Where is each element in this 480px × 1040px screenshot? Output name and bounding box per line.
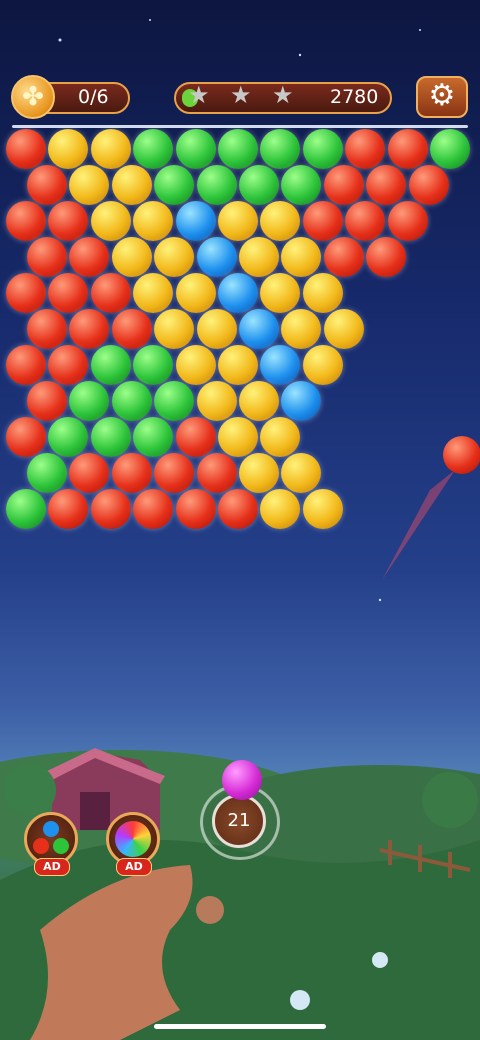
red-bubble bbox=[27, 309, 67, 349]
clover-icon: ✤ bbox=[11, 75, 55, 119]
red-bubble bbox=[111, 453, 152, 493]
score-value: 2780 bbox=[330, 86, 379, 108]
gear-icon[interactable]: ⚙ bbox=[416, 76, 468, 118]
blue-bubble bbox=[218, 273, 258, 313]
star-icon: ★ bbox=[272, 81, 294, 109]
yellow-bubble bbox=[196, 309, 237, 349]
red-bubble bbox=[196, 453, 237, 493]
green-bubble bbox=[27, 453, 67, 493]
green-bubble bbox=[154, 381, 195, 421]
yellow-bubble bbox=[175, 345, 216, 385]
red-bubble bbox=[323, 165, 364, 205]
green-bubble bbox=[133, 129, 174, 169]
rainbow-ball-icon bbox=[115, 821, 151, 857]
green-bubble bbox=[133, 417, 174, 457]
home-indicator bbox=[154, 1024, 326, 1029]
red-bubble bbox=[90, 273, 131, 313]
green-bubble bbox=[133, 345, 174, 385]
ad-badge: AD bbox=[116, 858, 152, 876]
yellow-bubble bbox=[302, 345, 343, 385]
ceiling-line bbox=[12, 125, 468, 128]
yellow-bubble bbox=[111, 165, 152, 205]
yellow-bubble bbox=[175, 273, 216, 313]
red-bubble bbox=[175, 417, 216, 457]
yellow-bubble bbox=[154, 309, 195, 349]
yellow-bubble bbox=[302, 489, 343, 529]
blue-bubble bbox=[196, 237, 237, 277]
red-bubble bbox=[90, 489, 131, 529]
green-bubble bbox=[430, 129, 470, 169]
red-bubble bbox=[175, 489, 216, 529]
red-bubble bbox=[345, 129, 386, 169]
yellow-bubble bbox=[133, 201, 174, 241]
yellow-bubble bbox=[111, 237, 152, 277]
yellow-bubble bbox=[154, 237, 195, 277]
green-bubble bbox=[90, 345, 131, 385]
yellow-bubble bbox=[90, 201, 131, 241]
yellow-bubble bbox=[239, 453, 279, 493]
yellow-bubble bbox=[218, 201, 258, 241]
red-bubble bbox=[6, 345, 46, 385]
green-bubble bbox=[111, 381, 152, 421]
red-bubble bbox=[6, 273, 46, 313]
red-bubble bbox=[408, 165, 449, 205]
red-bubble bbox=[6, 201, 46, 241]
shots-remaining: 21 bbox=[212, 794, 266, 848]
top-hud: 0/6 ✤ ★ ★ ★ 2780 ⚙ bbox=[0, 74, 480, 120]
red-bubble bbox=[6, 129, 46, 169]
red-bubble bbox=[133, 489, 174, 529]
green-bubble bbox=[90, 417, 131, 457]
next-ball bbox=[222, 760, 262, 800]
yellow-bubble bbox=[218, 345, 258, 385]
red-bubble bbox=[154, 453, 195, 493]
red-bubble bbox=[323, 237, 364, 277]
blue-bubble bbox=[175, 201, 216, 241]
yellow-bubble bbox=[196, 381, 237, 421]
farm-scenery bbox=[0, 700, 480, 1040]
green-bubble bbox=[154, 165, 195, 205]
score-pill: ★ ★ ★ 2780 bbox=[174, 81, 392, 114]
red-bubble bbox=[302, 201, 343, 241]
yellow-bubble bbox=[218, 417, 258, 457]
yellow-bubble bbox=[323, 309, 364, 349]
ad-badge: AD bbox=[34, 858, 70, 876]
red-bubble bbox=[27, 237, 67, 277]
yellow-bubble bbox=[302, 273, 343, 313]
clover-counter: 0/6 bbox=[78, 86, 109, 108]
green-bubble bbox=[6, 489, 46, 529]
red-bubble bbox=[366, 237, 407, 277]
red-bubble bbox=[218, 489, 258, 529]
red-bubble bbox=[6, 417, 46, 457]
green-bubble bbox=[196, 165, 237, 205]
red-bubble bbox=[111, 309, 152, 349]
red-bubble bbox=[27, 165, 67, 205]
red-bubble bbox=[27, 381, 67, 421]
green-bubble bbox=[302, 129, 343, 169]
red-bubble bbox=[345, 201, 386, 241]
star-icon: ★ bbox=[230, 81, 252, 109]
red-bubble bbox=[387, 201, 428, 241]
red-bubble bbox=[387, 129, 428, 169]
green-bubble bbox=[218, 129, 258, 169]
green-bubble bbox=[175, 129, 216, 169]
green-bubble bbox=[239, 165, 279, 205]
blue-bubble bbox=[239, 309, 279, 349]
yellow-bubble bbox=[90, 129, 131, 169]
red-bubble bbox=[366, 165, 407, 205]
aim-ball bbox=[443, 436, 480, 474]
star-icon: ★ bbox=[188, 81, 210, 109]
yellow-bubble bbox=[239, 381, 279, 421]
yellow-bubble bbox=[133, 273, 174, 313]
yellow-bubble bbox=[239, 237, 279, 277]
